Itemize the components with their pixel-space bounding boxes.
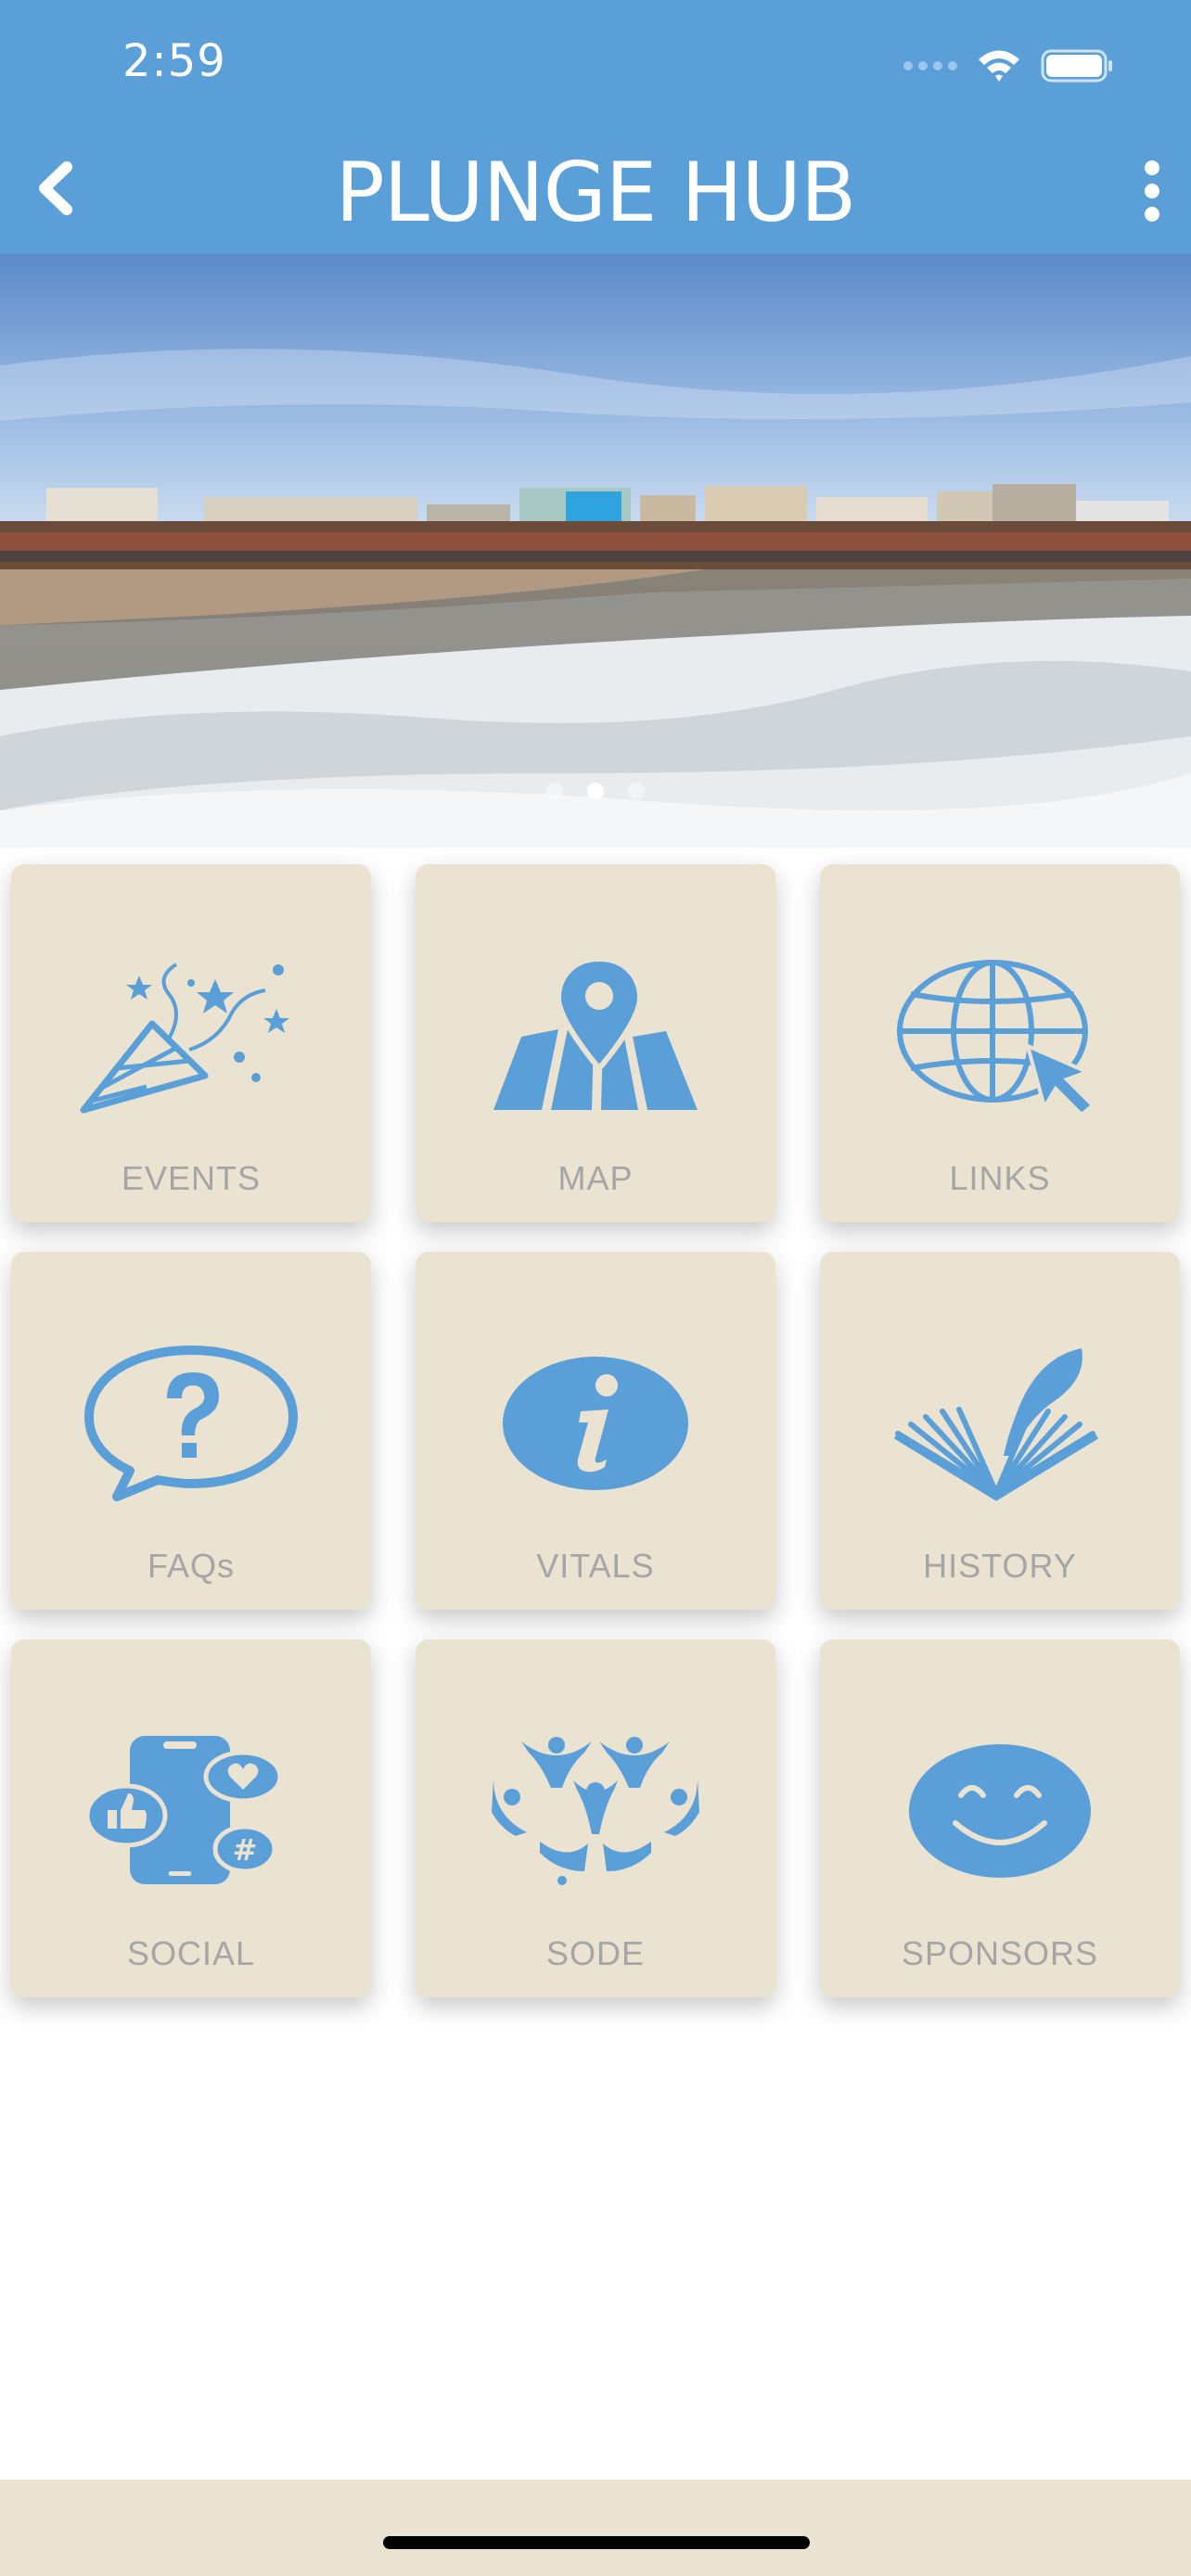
tile-label: SODE — [545, 1934, 646, 1972]
tile-map[interactable]: MAP — [416, 864, 775, 1222]
more-dot-icon — [1145, 159, 1159, 175]
info-icon — [503, 1357, 688, 1490]
tile-social[interactable]: # SOCIAL — [11, 1639, 371, 1997]
tile-label: SOCIAL — [126, 1934, 256, 1972]
question-bubble-icon — [84, 1345, 298, 1501]
map-pin-icon — [493, 957, 698, 1110]
page-title: PLUNGE HUB — [335, 145, 857, 240]
tile-faqs[interactable]: FAQs — [11, 1252, 371, 1610]
special-olympics-logo-icon — [492, 1737, 699, 1885]
tile-links[interactable]: LINKS — [820, 864, 1180, 1222]
tile-history[interactable]: HISTORY — [820, 1252, 1180, 1610]
carousel-indicator[interactable] — [0, 783, 1191, 799]
status-time: 2:59 — [122, 35, 226, 87]
tile-label: MAP — [557, 1159, 634, 1197]
tile-label: LINKS — [949, 1159, 1051, 1197]
smiley-icon — [909, 1744, 1091, 1878]
more-options-button[interactable] — [1132, 156, 1172, 226]
app-header: 2:59 PLUNGE HUB — [0, 0, 1191, 254]
tile-label: EVENTS — [121, 1159, 262, 1197]
social-phone-icon: # — [84, 1736, 283, 1884]
beach-plunge-photo — [0, 254, 1191, 848]
wifi-icon — [979, 50, 1019, 82]
svg-text:#: # — [233, 1832, 258, 1868]
status-icons — [903, 45, 1115, 87]
tile-label: HISTORY — [923, 1547, 1077, 1585]
cellular-signal-icon — [903, 61, 957, 70]
more-dot-icon — [1145, 207, 1159, 223]
tile-sponsors[interactable]: SPONSORS — [820, 1639, 1180, 1997]
carousel-dot-active[interactable] — [587, 783, 604, 799]
tile-events[interactable]: EVENTS — [11, 864, 371, 1222]
hero-carousel[interactable] — [0, 254, 1191, 848]
tile-sode[interactable]: SODE — [416, 1639, 775, 1997]
party-popper-icon — [80, 963, 289, 1114]
tile-vitals[interactable]: VITALS — [416, 1252, 775, 1610]
battery-icon — [1041, 49, 1112, 83]
carousel-dot[interactable] — [546, 783, 563, 799]
home-indicator[interactable] — [383, 2536, 810, 2549]
tile-label: SPONSORS — [901, 1934, 1099, 1972]
tile-label: VITALS — [536, 1547, 655, 1585]
globe-cursor-icon — [897, 960, 1095, 1115]
carousel-dot[interactable] — [628, 783, 645, 799]
tile-label: FAQs — [147, 1547, 236, 1585]
more-dot-icon — [1145, 183, 1159, 198]
book-quill-icon — [893, 1348, 1099, 1501]
bottom-bar — [0, 2480, 1191, 2576]
